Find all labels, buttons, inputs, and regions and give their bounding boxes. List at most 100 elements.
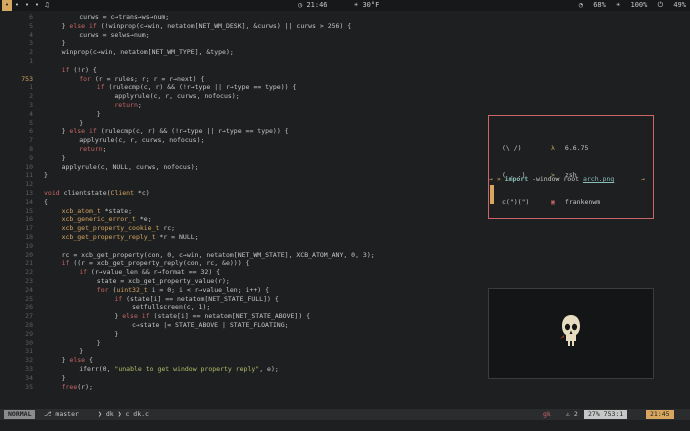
code-text: if ((r = xcb_get_property_reply(con, rc,… (61, 259, 250, 268)
code-text: } else { (61, 356, 93, 365)
code-text: xcb_get_property_reply_t *r = NULL; (61, 233, 199, 241)
file-path: ❯ dk ❯ c dk.c (98, 409, 149, 420)
line-number: 7 (29, 136, 33, 145)
prompt-arrow-icon: → » (489, 175, 501, 183)
code-text: iferr(0, "unable to get window property … (79, 365, 279, 373)
code-text: } (114, 329, 119, 338)
code-line[interactable]: 35 free(r); (0, 383, 690, 392)
workspace-1[interactable]: • (2, 0, 12, 11)
wm-icon: ▣ (551, 198, 555, 206)
weather: ☀ 30°F (354, 0, 379, 11)
workspace-indicators[interactable]: • • • • ♫ (2, 0, 52, 11)
code-line[interactable]: 6 curws = c→trans→ws→num; (0, 13, 690, 22)
line-number: 753 (21, 74, 33, 83)
code-text: xcb_generic_error_t *e; (61, 215, 152, 224)
code-line[interactable]: 1 if (rulecmp(c, r) && (!r→type || r→type… (0, 83, 690, 92)
code-line[interactable]: 5 } else if (!winprop(c→win, netatom[NET_… (0, 22, 690, 31)
kernel-value: 6.6.75 (564, 144, 589, 152)
workspace-2[interactable]: • (12, 0, 22, 11)
line-number: 21 (25, 259, 33, 268)
code-line[interactable]: 2 winprop(c→win, netatom[NET_WM_TYPE], &t… (0, 48, 690, 57)
kernel-row: λ 6.6.75 (551, 144, 600, 153)
code-line[interactable]: 23 state = xcb_get_property_value(r); (0, 277, 690, 286)
system-status: ◔ 68% ☀ 100% ⏻ 49% (573, 0, 686, 11)
code-text: { (44, 197, 48, 206)
code-text: } (79, 118, 84, 127)
kernel-icon: λ (551, 144, 555, 152)
code-line[interactable]: 19 (0, 242, 690, 251)
code-text: xcb_get_property_cookie_t rc; (61, 224, 176, 233)
line-number: 11 (25, 171, 33, 180)
top-bar: • • • • ♫ ◷ 21:46 ☀ 30°F ◔ 68% ☀ 100% ⏻ … (0, 0, 690, 11)
code-line[interactable]: 1 (0, 57, 690, 66)
line-number: 24 (25, 285, 33, 294)
code-text: if (rulecmp(c, r) && (!r→type || r→type … (96, 83, 297, 92)
code-text: curws = c→trans→ws→num; (79, 13, 170, 21)
weather-icon: ☀ (354, 1, 359, 9)
path-sep-icon: ❯ (98, 410, 102, 418)
code-line[interactable]: 20 rc = xcb_get_property(con, 0, c→win, n… (0, 251, 690, 260)
line-number: 22 (25, 268, 33, 277)
line-number: 12 (25, 180, 33, 189)
code-line[interactable]: 753 for (r = rules; r; r = r→next) { (0, 75, 690, 84)
code-line[interactable]: 3 return; (0, 101, 690, 110)
code-line[interactable]: 3} (0, 39, 690, 48)
line-number: 17 (25, 224, 33, 233)
wm-value: frankenwm (564, 198, 601, 206)
weather-text: 30°F (362, 1, 380, 9)
code-text: } else if (!winprop(c→win, netatom[NET_W… (61, 21, 352, 30)
code-text: if (state[i] == netatom[NET_STATE_FULL])… (114, 294, 279, 303)
volume-text: 68% (593, 1, 606, 9)
line-number: 3 (29, 39, 33, 48)
branch-name: master (55, 410, 79, 418)
code-text: for (uint32_t i = 0; i < r→value_len; i+… (96, 285, 270, 294)
code-line[interactable]: 4 curws = selws→num; (0, 31, 690, 40)
line-number: 33 (25, 365, 33, 373)
code-text: applyrule(c, NULL, curws, nofocus); (61, 162, 199, 171)
code-text: setfullscreen(c, 1); (132, 303, 211, 312)
line-number: 13 (25, 189, 33, 197)
code-text: } else if (state[i] == netatom[NET_STATE… (114, 312, 311, 321)
code-text: curws = selws→num; (79, 30, 150, 39)
wm-row: ▣ frankenwm (551, 198, 600, 207)
clock-icon: ◷ (298, 1, 303, 9)
code-text: rc = xcb_get_property(con, 0, c→win, net… (61, 250, 375, 259)
line-number: 18 (25, 233, 33, 241)
c-file-icon: c (125, 410, 130, 418)
music-icon[interactable]: ♫ (42, 0, 52, 11)
code-text: applyrule(c, r, curws, nofocus); (79, 136, 205, 145)
code-line[interactable]: if (!r) { (0, 66, 690, 75)
statusline-clock: 21:45 (646, 410, 674, 419)
command-file: arch.png (582, 175, 615, 183)
code-line[interactable]: 21 if ((r = xcb_get_property_reply(con, r… (0, 259, 690, 268)
line-number: 19 (25, 241, 33, 250)
line-number: 20 (25, 250, 33, 259)
line-number: 34 (25, 373, 33, 382)
skull-logo-image (560, 315, 580, 346)
power-icon[interactable]: ⏻ (658, 1, 664, 9)
art-line: (\ /) (502, 144, 522, 152)
code-text: c→state |= STATE_ABOVE | STATE_FLOATING; (132, 321, 289, 329)
command-line[interactable]: → » import -window root arch.png (489, 175, 614, 184)
path-sep-icon: ❯ (117, 410, 122, 418)
code-line[interactable]: 2 applyrule(c, r, curws, nofocus); (0, 92, 690, 101)
brightness-icon: ☀ (616, 1, 621, 9)
code-line[interactable]: 22 if (r→value_len && r→format == 32) { (0, 268, 690, 277)
workspace-4[interactable]: • (32, 0, 42, 11)
code-line[interactable]: 17 xcb_get_property_cookie_t rc; (0, 224, 690, 233)
clock: ◷ 21:46 (298, 0, 328, 11)
line-number: 5 (29, 118, 33, 127)
mode-indicator: NORMAL (4, 410, 36, 419)
terminal-window[interactable]: (\ /) ( . .) c(")(") λ 6.6.75 >_ zsh ▣ f… (488, 115, 654, 219)
line-number: 6 (29, 127, 33, 136)
line-number: 8 (29, 145, 33, 153)
code-text: } (44, 171, 48, 180)
code-line[interactable]: 18 xcb_get_property_reply_t *r = NULL; (0, 233, 690, 242)
line-number: 27 (25, 312, 33, 321)
line-number: 5 (29, 21, 33, 30)
line-number: 28 (25, 321, 33, 329)
code-text: } (96, 109, 101, 118)
image-preview-window[interactable] (488, 288, 654, 379)
line-number: 32 (25, 356, 33, 365)
workspace-3[interactable]: • (22, 0, 32, 11)
